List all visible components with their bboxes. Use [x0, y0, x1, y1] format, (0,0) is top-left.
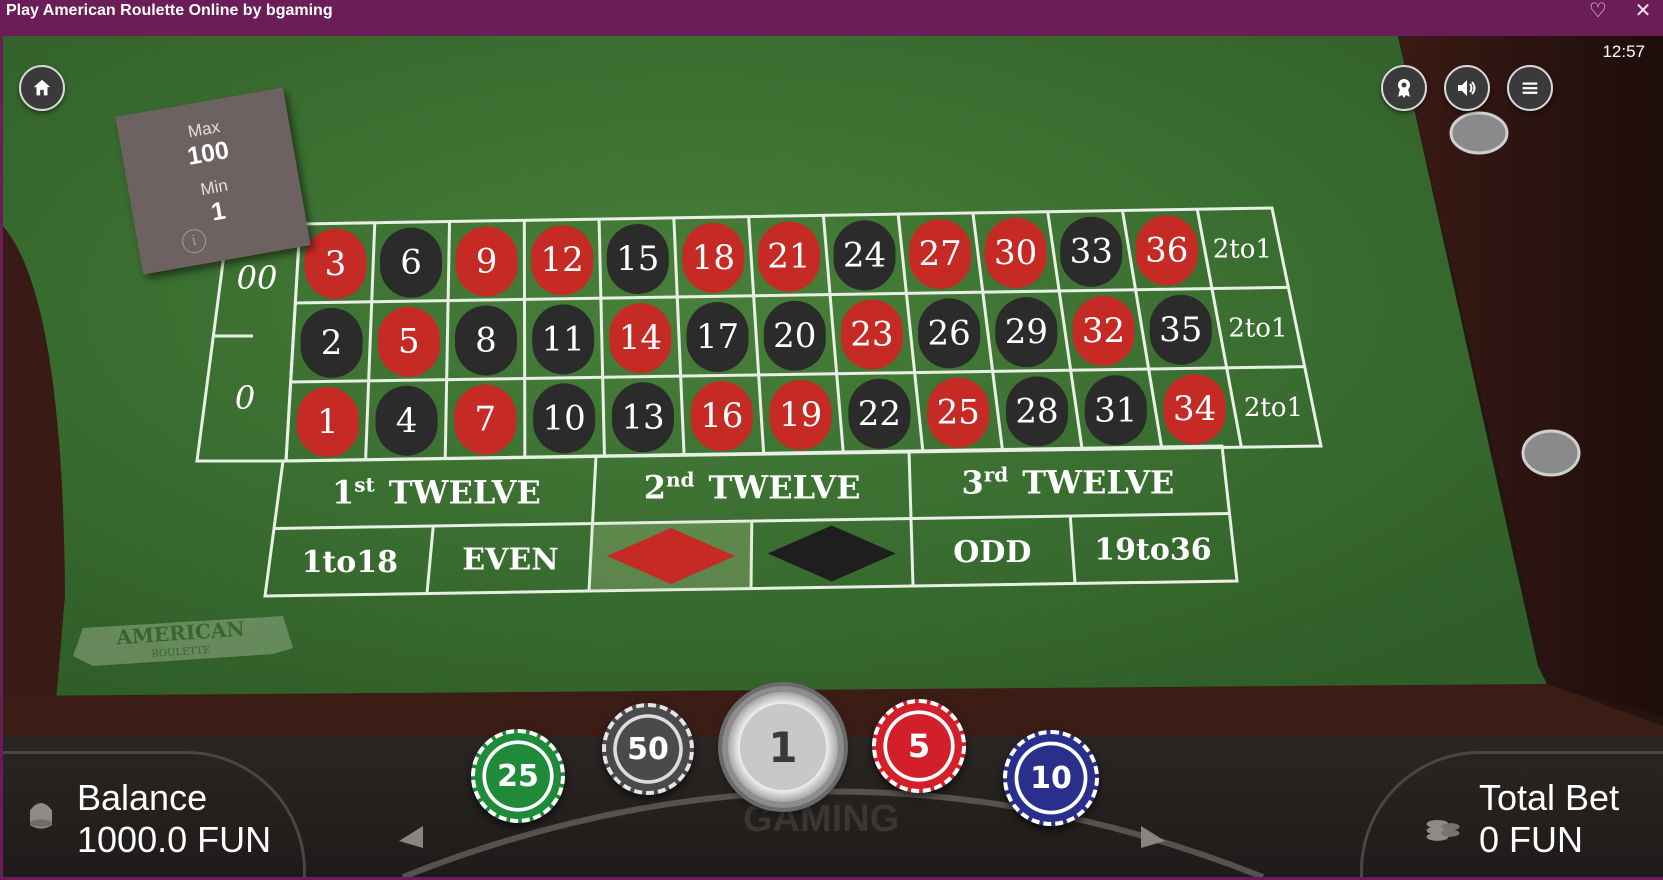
- chip-50[interactable]: 50: [602, 703, 694, 795]
- number-24-label: 24: [843, 235, 886, 275]
- chip-value: 25: [497, 758, 539, 794]
- number-15-label: 15: [616, 239, 659, 279]
- number-2-label: 2: [321, 323, 343, 363]
- number-6-label: 6: [400, 243, 422, 283]
- total-bet-value: 0 FUN: [1479, 819, 1584, 860]
- number-5-label: 5: [398, 322, 420, 362]
- number-12-label: 12: [541, 240, 584, 280]
- close-icon[interactable]: ✕: [1630, 0, 1656, 22]
- home-icon: [33, 79, 51, 96]
- bet-even-label: EVEN: [462, 543, 558, 578]
- number-16-label: 16: [700, 396, 743, 436]
- total-bet-label: Total Bet: [1479, 777, 1620, 818]
- chip-5[interactable]: 5: [872, 699, 966, 793]
- chip-arc-left-arrow: [399, 826, 423, 848]
- chip-1[interactable]: 1: [722, 686, 844, 808]
- number-36-label: 36: [1145, 230, 1188, 270]
- number-23-label: 23: [850, 315, 893, 355]
- chip-25[interactable]: 25: [471, 729, 565, 823]
- chip-value: 50: [627, 731, 669, 767]
- number-32-label: 32: [1082, 311, 1125, 351]
- balance-value: 1000.0 FUN: [77, 819, 272, 860]
- zero-0-label: 0: [235, 379, 255, 417]
- clock: 12:57: [1602, 42, 1645, 61]
- number-14-label: 14: [619, 318, 662, 358]
- sound-icon: [1458, 80, 1476, 96]
- number-3-label: 3: [325, 244, 347, 284]
- number-17-label: 17: [696, 317, 739, 357]
- zero-00-label: 00: [237, 259, 278, 297]
- number-19-label: 19: [779, 395, 822, 435]
- number-20-label: 20: [773, 316, 816, 356]
- number-4-label: 4: [396, 401, 418, 441]
- menu-icon: [1522, 82, 1538, 94]
- number-30-label: 30: [994, 233, 1037, 273]
- number-35-label: 35: [1159, 310, 1202, 350]
- number-21-label: 21: [767, 237, 810, 277]
- number-10-label: 10: [543, 398, 586, 438]
- column-bet-2: 2to1: [1228, 314, 1287, 344]
- window-title: Play American Roulette Online by bgaming: [6, 2, 333, 19]
- chip-value: 10: [1030, 760, 1072, 796]
- number-27-label: 27: [918, 234, 961, 274]
- number-1-label: 1: [317, 402, 339, 442]
- chip-value: 1: [768, 722, 798, 772]
- chip-value: 5: [907, 727, 931, 765]
- bet-high-label: 19to36: [1094, 533, 1211, 568]
- number-25-label: 25: [937, 393, 980, 433]
- number-8-label: 8: [475, 321, 497, 361]
- award-icon: [1398, 79, 1410, 98]
- number-9-label: 9: [476, 241, 498, 281]
- table-limits-card[interactable]: Max 100 Min 1 i: [115, 87, 311, 275]
- bet-odd-label: ODD: [953, 535, 1031, 570]
- number-34-label: 34: [1173, 389, 1216, 429]
- number-18-label: 18: [692, 238, 735, 278]
- number-22-label: 22: [858, 394, 901, 434]
- number-29-label: 29: [1005, 312, 1048, 352]
- cup-holder: [1449, 111, 1509, 155]
- game-viewport: 00 0 3 6 9 12 15 18 21 24 27 30 33 36 2to1 2 5 8 11 14 17 20 2…: [3, 36, 1663, 877]
- balance-label: Balance: [77, 777, 208, 818]
- chip-arc-right-arrow: [1141, 826, 1165, 848]
- number-28-label: 28: [1015, 391, 1058, 431]
- column-bet-3: 2to1: [1244, 393, 1303, 423]
- heart-icon[interactable]: ♡: [1585, 0, 1611, 22]
- award-button[interactable]: [1381, 65, 1427, 111]
- window-titlebar: Play American Roulette Online by bgaming…: [0, 0, 1663, 36]
- bet-low-label: 1to18: [302, 545, 399, 580]
- number-31-label: 31: [1094, 390, 1137, 430]
- number-26-label: 26: [928, 313, 971, 353]
- home-button[interactable]: [19, 65, 65, 111]
- column-bet-1: 2to1: [1213, 234, 1272, 264]
- number-13-label: 13: [621, 397, 664, 437]
- number-7-label: 7: [475, 400, 497, 440]
- cup-holder: [1521, 429, 1581, 477]
- menu-button[interactable]: [1507, 65, 1553, 111]
- coins-icon: [1426, 819, 1460, 841]
- chip-10[interactable]: 10: [1003, 730, 1099, 826]
- coins-icon: [30, 803, 52, 829]
- number-11-label: 11: [542, 319, 585, 359]
- number-33-label: 33: [1070, 232, 1113, 272]
- sound-button[interactable]: [1444, 65, 1490, 111]
